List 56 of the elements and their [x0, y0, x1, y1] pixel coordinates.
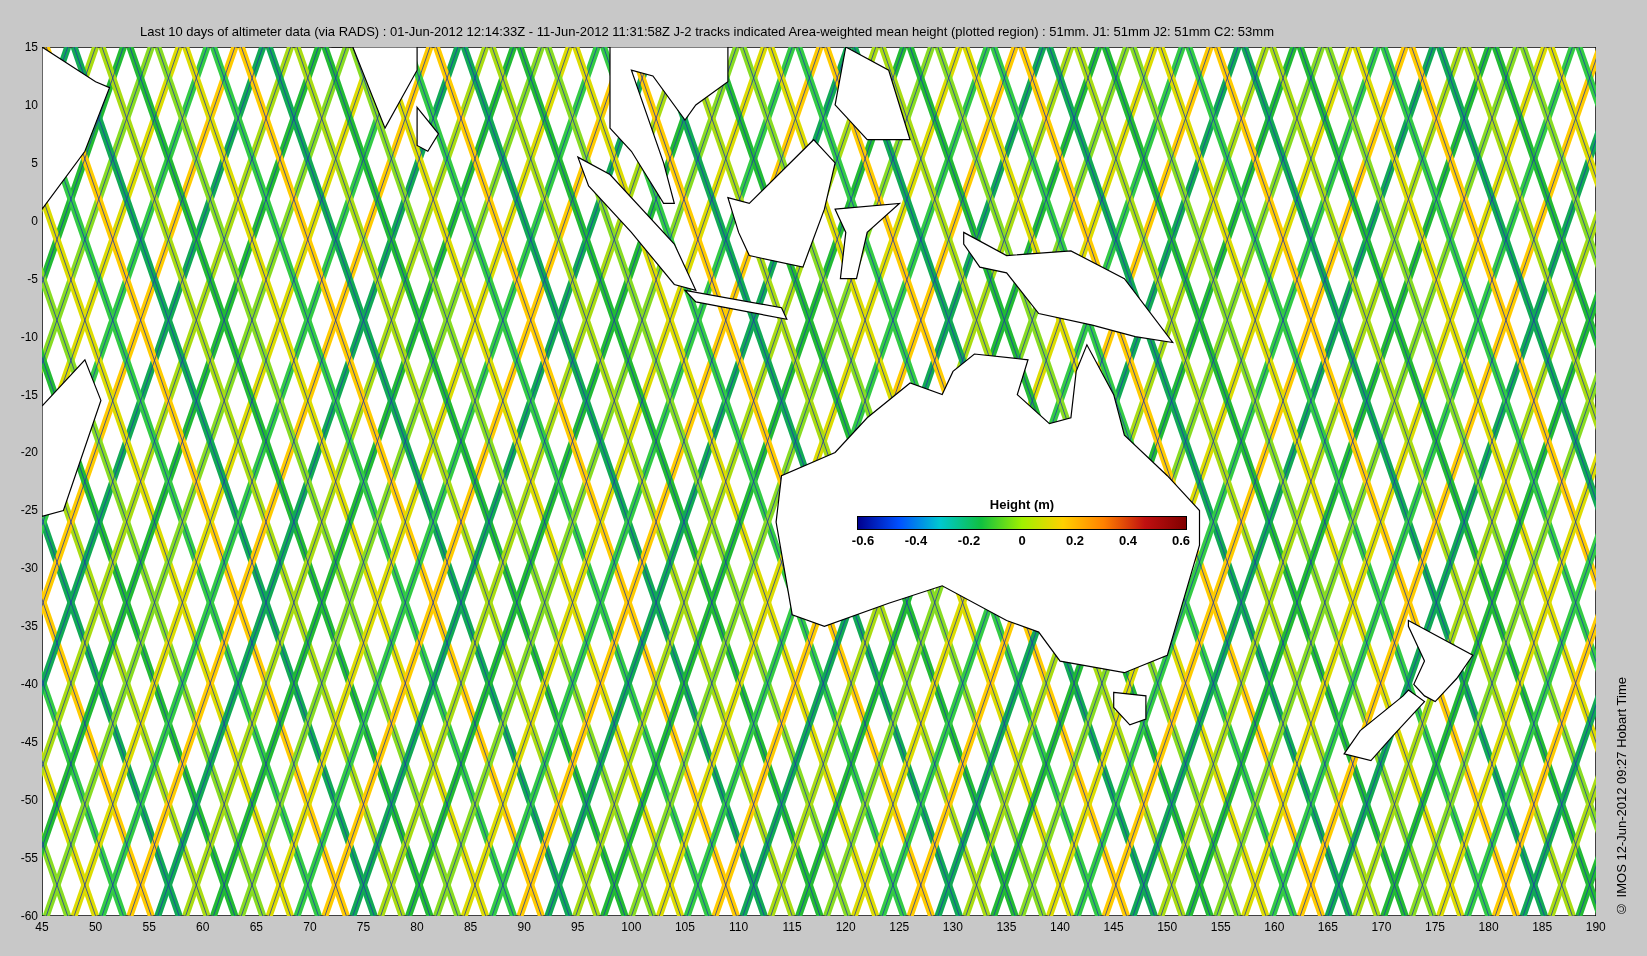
- y-tick-label: -5: [27, 270, 39, 287]
- x-tick-label: 165: [1316, 920, 1339, 934]
- colorbar-tick-label: 0: [1017, 533, 1027, 548]
- colorbar-tick-label: -0.4: [903, 533, 929, 548]
- plot-title: Last 10 days of altimeter data (via RADS) : 01-Jun-2012 12:14:33Z - 11-Jun-2012 11:31:58Z J-2 tracks indicated Area-weighted mean height (plotted region) : 51mm. J1: 51mm J2: 51mm C2: 53mm: [140, 24, 1274, 39]
- x-tick-label: 185: [1531, 920, 1554, 934]
- y-tick-label: 15: [24, 39, 39, 55]
- x-tick-label: 70: [302, 920, 318, 934]
- x-tick-label: 45: [34, 920, 50, 934]
- x-tick-label: 120: [834, 920, 857, 934]
- x-tick-label: 130: [941, 920, 964, 934]
- credit-text: © IMOS 12-Jun-2012 09:27 Hobart Time: [1614, 677, 1629, 916]
- x-tick-label: 150: [1156, 920, 1179, 934]
- x-tick-label: 170: [1370, 920, 1393, 934]
- x-tick-label: 190: [1584, 920, 1607, 934]
- y-tick-label: -40: [20, 676, 39, 693]
- y-tick-label: -35: [20, 618, 39, 635]
- y-tick-label: -55: [20, 849, 39, 866]
- y-tick-label: 10: [24, 96, 39, 113]
- y-tick-label: -30: [20, 560, 39, 577]
- x-tick-label: 85: [462, 920, 479, 934]
- x-tick-label: 140: [1048, 920, 1071, 934]
- colorbar-title: Height (m): [989, 497, 1055, 512]
- x-tick-label: 90: [516, 920, 532, 934]
- y-tick-label: 0: [31, 212, 39, 229]
- y-tick-label: -15: [20, 386, 39, 403]
- y-tick-label: -25: [20, 502, 39, 519]
- x-tick-label: 110: [727, 920, 750, 934]
- colorbar-tick-label: -0.6: [850, 533, 876, 548]
- x-tick-label: 180: [1477, 920, 1500, 934]
- x-tick-label: 100: [620, 920, 643, 934]
- x-tick-label: 155: [1209, 920, 1232, 934]
- colorbar-tick-label: 0.2: [1064, 533, 1086, 548]
- x-tick-label: 65: [248, 920, 264, 934]
- x-tick-label: 135: [995, 920, 1018, 934]
- y-tick-label: -45: [20, 734, 39, 751]
- x-tick-label: 80: [409, 920, 425, 934]
- colorbar-tick-label: -0.2: [956, 533, 982, 548]
- x-tick-label: 175: [1424, 920, 1447, 934]
- y-tick-label: 5: [31, 154, 39, 171]
- x-tick-label: 115: [781, 920, 803, 934]
- x-tick-label: 55: [141, 920, 157, 934]
- y-tick-label: -60: [20, 907, 38, 923]
- colorbar-tick-label: 0.4: [1117, 533, 1139, 548]
- y-tick-label: -20: [20, 444, 39, 461]
- x-tick-label: 160: [1263, 920, 1286, 934]
- colorbar-tick-label: 0.6: [1170, 533, 1192, 548]
- x-tick-label: 95: [570, 920, 586, 934]
- x-tick-label: 125: [888, 920, 911, 934]
- x-tick-label: 50: [87, 920, 104, 934]
- x-tick-label: 75: [355, 920, 372, 934]
- x-tick-label: 145: [1102, 920, 1125, 934]
- y-tick-label: -50: [20, 792, 39, 808]
- x-tick-label: 60: [195, 920, 211, 934]
- y-tick-label: -10: [20, 328, 39, 345]
- x-tick-label: 105: [673, 920, 696, 934]
